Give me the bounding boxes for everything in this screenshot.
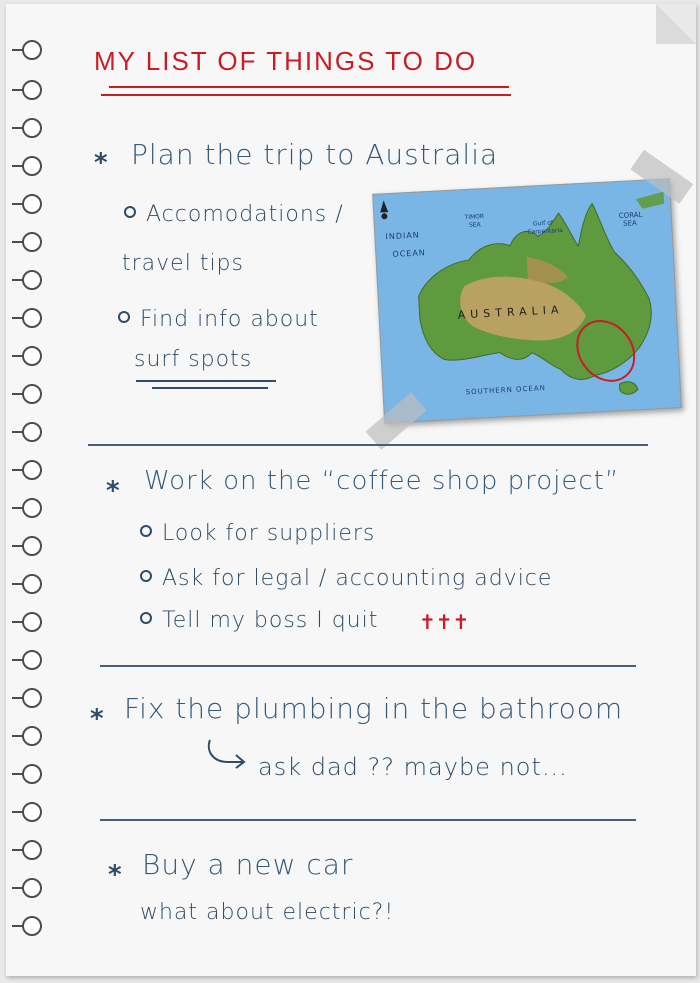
- surf-spots-underline-2: [152, 387, 268, 389]
- binder-hole: [12, 688, 42, 708]
- binder-hole: [12, 726, 42, 746]
- star-bullet-icon: *: [94, 148, 109, 178]
- divider: [88, 444, 648, 446]
- binder-hole: [12, 498, 42, 518]
- section-note-3: ask dad ?? maybe not...: [258, 753, 568, 781]
- divider: [100, 819, 636, 821]
- binder-hole: [12, 764, 42, 784]
- divider: [100, 665, 636, 667]
- binder-hole: [12, 270, 42, 290]
- surf-spots-underline: [136, 380, 276, 382]
- binder-hole: [12, 118, 42, 138]
- sub-item-text: Tell my boss I quit: [162, 608, 379, 633]
- binder-hole: [12, 536, 42, 556]
- rip-crosses-icon: ✝✝✝: [419, 610, 470, 634]
- circle-bullet-icon: [118, 311, 130, 323]
- binder-hole: [12, 40, 42, 60]
- binder-hole: [12, 232, 42, 252]
- section-heading-2: Work on the “coffee shop project”: [144, 466, 620, 496]
- binder-hole: [12, 308, 42, 328]
- sub-item-continuation: travel tips: [122, 251, 244, 276]
- sub-item: Accomodations /: [124, 202, 344, 227]
- page-title: MY LIST OF THINGS TO DO: [94, 46, 478, 76]
- sub-item-text: Accomodations /: [146, 202, 344, 227]
- section-heading-1: Plan the trip to Australia: [131, 138, 499, 171]
- circle-bullet-icon: [140, 570, 152, 582]
- map-label-timor-2: SEA: [468, 221, 481, 229]
- circle-bullet-icon: [140, 612, 152, 624]
- binder-hole: [12, 156, 42, 176]
- binder-hole: [12, 460, 42, 480]
- binder-hole: [12, 422, 42, 442]
- map-label-ocean: OCEAN: [392, 248, 427, 259]
- sub-item-continuation: surf spots: [134, 347, 253, 372]
- sub-item-text: Ask for legal / accounting advice: [162, 566, 553, 591]
- binder-hole: [12, 878, 42, 898]
- circle-bullet-icon: [140, 525, 152, 537]
- map-label-indian: INDIAN: [385, 230, 421, 242]
- title-underline: [109, 86, 509, 88]
- title-underline-2: [101, 94, 511, 96]
- map-image: INDIAN OCEAN AUSTRALIA SOUTHERN OCEAN CO…: [372, 178, 682, 424]
- sub-item-text: Find info about: [140, 307, 319, 332]
- binder-hole: [12, 650, 42, 670]
- section-heading-4: Buy a new car: [142, 848, 354, 881]
- binder-hole: [12, 346, 42, 366]
- section-note-4: what about electric?!: [140, 900, 395, 925]
- map-label-timor: TIMOR: [464, 213, 485, 222]
- binder-hole: [12, 574, 42, 594]
- star-bullet-icon: *: [106, 476, 121, 506]
- section-heading-3: Fix the plumbing in the bathroom: [124, 692, 624, 725]
- sub-item: Find info about: [118, 307, 319, 332]
- star-bullet-icon: *: [108, 860, 123, 890]
- map-label-coral-2: SEA: [622, 219, 637, 228]
- circle-bullet-icon: [124, 206, 136, 218]
- binder-hole: [12, 384, 42, 404]
- binder-hole: [12, 80, 42, 100]
- map-label-gulf: Gulf of: [532, 219, 554, 228]
- sub-item: Tell my boss I quit: [140, 608, 378, 633]
- binder-hole: [12, 194, 42, 214]
- binder-hole: [12, 916, 42, 936]
- sub-item: Ask for legal / accounting advice: [140, 566, 552, 591]
- binder-hole: [12, 840, 42, 860]
- binder-hole: [12, 612, 42, 632]
- binder-hole: [12, 802, 42, 822]
- paper-sheet: MY LIST OF THINGS TO DO * Plan the trip …: [6, 4, 696, 976]
- sub-item-text: Look for suppliers: [162, 521, 376, 546]
- star-bullet-icon: *: [90, 704, 105, 734]
- australia-map: INDIAN OCEAN AUSTRALIA SOUTHERN OCEAN CO…: [365, 149, 694, 450]
- curved-arrow-icon: [207, 739, 246, 769]
- sub-item: Look for suppliers: [140, 521, 375, 546]
- compass-icon: [380, 200, 389, 213]
